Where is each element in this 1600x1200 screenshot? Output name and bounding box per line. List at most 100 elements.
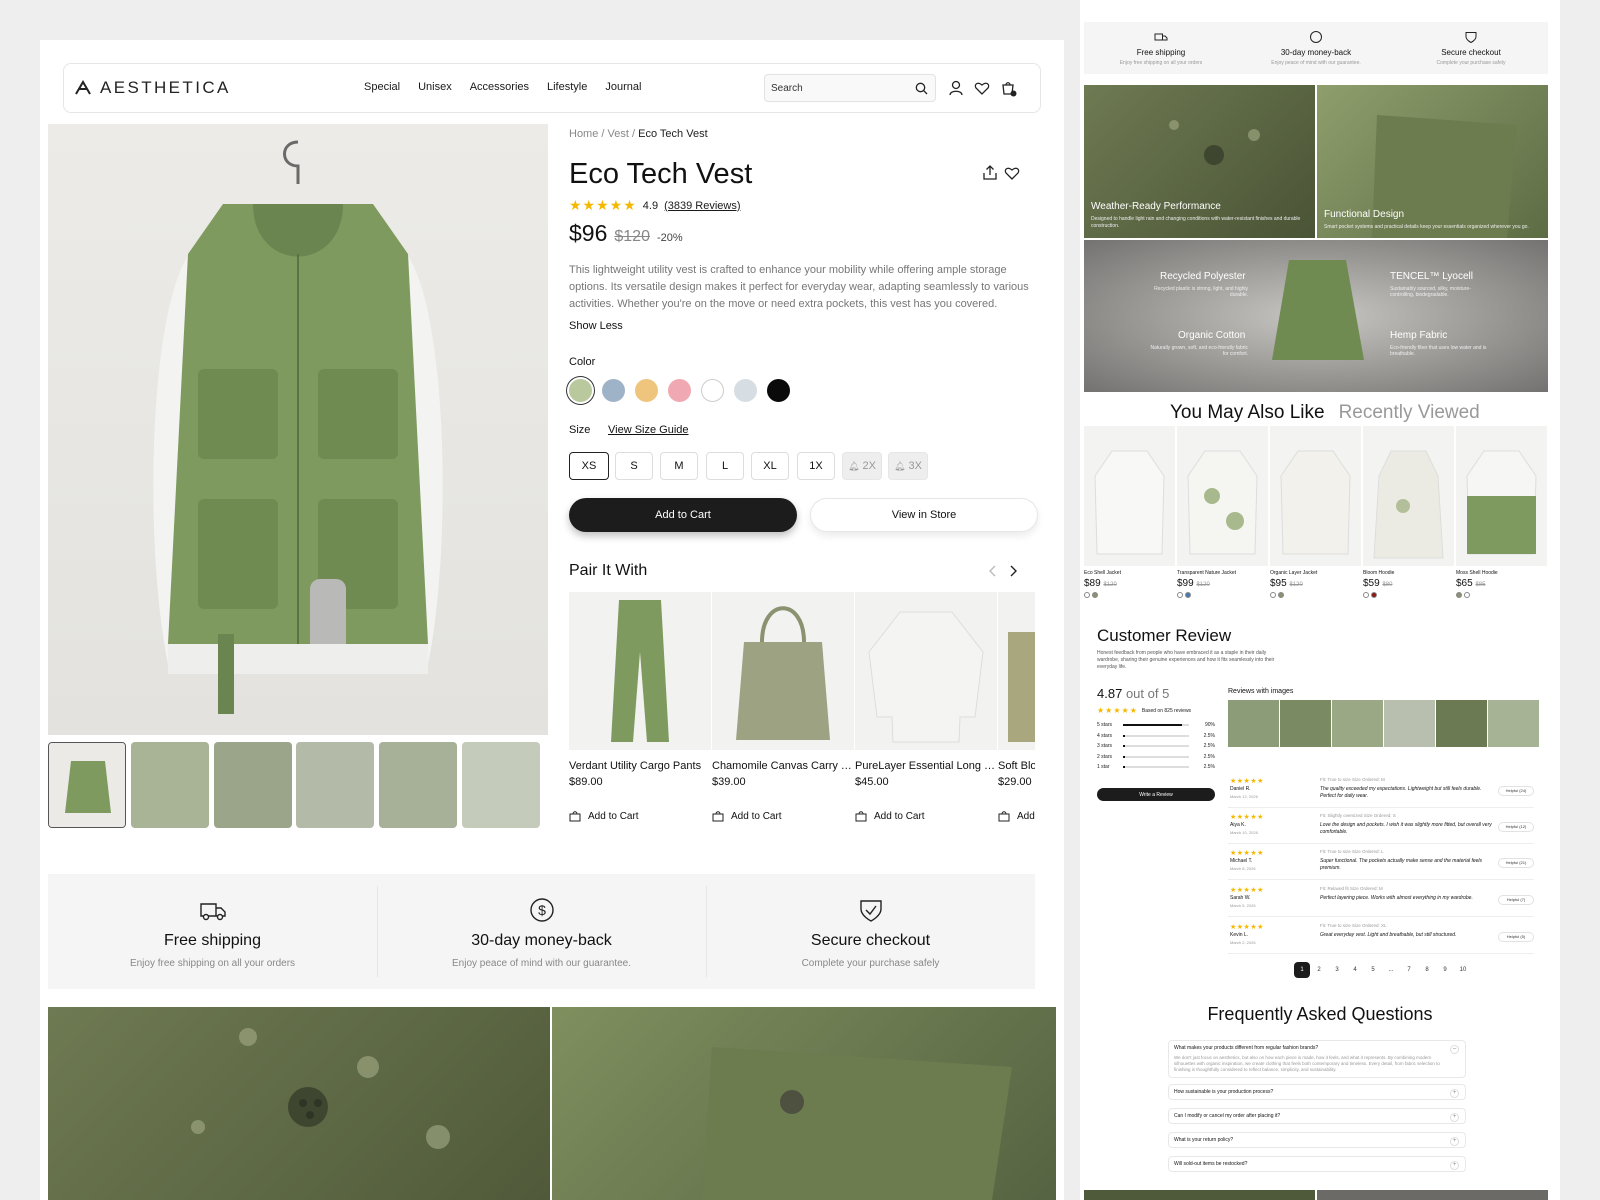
- product-thumbnail[interactable]: [131, 742, 209, 828]
- faq-item[interactable]: Can I modify or cancel my order after pl…: [1168, 1108, 1466, 1124]
- nav-link[interactable]: Lifestyle: [547, 81, 587, 93]
- faq-item[interactable]: How sustainable is your production proce…: [1168, 1084, 1466, 1100]
- rec-card[interactable]: Bloom Hoodie $59 $80: [1363, 426, 1454, 598]
- user-icon[interactable]: [948, 80, 964, 96]
- cart-icon[interactable]: [1000, 80, 1017, 97]
- search-input[interactable]: [765, 75, 905, 101]
- page-button[interactable]: 10: [1454, 962, 1472, 978]
- size-option-unavailable[interactable]: 🔔︎ 3X: [888, 452, 928, 480]
- color-swatch[interactable]: [767, 379, 790, 402]
- pair-add-to-cart[interactable]: Add: [998, 810, 1035, 822]
- page-button[interactable]: 5: [1364, 962, 1382, 978]
- rec-card[interactable]: Eco Shell Jacket $89 $120: [1084, 426, 1175, 598]
- chevron-left-icon[interactable]: [986, 564, 1000, 578]
- rec-color-dot[interactable]: [1185, 592, 1191, 598]
- color-swatch[interactable]: [734, 379, 757, 402]
- size-option[interactable]: XL: [751, 452, 789, 480]
- add-to-cart-button[interactable]: Add to Cart: [569, 498, 797, 532]
- page-button[interactable]: 9: [1436, 962, 1454, 978]
- pair-add-to-cart[interactable]: Add to Cart: [569, 810, 711, 822]
- review-image[interactable]: [1280, 700, 1331, 747]
- page-button[interactable]: 2: [1310, 962, 1328, 978]
- nav-link[interactable]: Special: [364, 81, 400, 93]
- main-product-image[interactable]: [48, 124, 548, 735]
- pair-add-to-cart[interactable]: Add to Cart: [712, 810, 854, 822]
- nav-link[interactable]: Unisex: [418, 81, 452, 93]
- favorite-icon[interactable]: [1004, 165, 1020, 181]
- size-option[interactable]: XS: [569, 452, 609, 480]
- pair-add-to-cart[interactable]: Add to Cart: [855, 810, 997, 822]
- helpful-button[interactable]: Helpful (12): [1498, 822, 1534, 832]
- rec-card[interactable]: Organic Layer Jacket $95 $120: [1270, 426, 1361, 598]
- rec-color-dot[interactable]: [1456, 592, 1462, 598]
- product-thumbnail[interactable]: [462, 742, 540, 828]
- rec-color-dot[interactable]: [1278, 592, 1284, 598]
- search-icon[interactable]: [915, 82, 928, 95]
- color-swatch[interactable]: [701, 379, 724, 402]
- rec-color-dot[interactable]: [1270, 592, 1276, 598]
- expand-icon[interactable]: +: [1450, 1161, 1459, 1170]
- rec-card[interactable]: Moss Shell Hoodie $65 $85: [1456, 426, 1547, 598]
- page-button[interactable]: 4: [1346, 962, 1364, 978]
- size-option[interactable]: M: [660, 452, 698, 480]
- brand-logo[interactable]: AESTHETICA: [74, 78, 231, 98]
- rec-color-dot[interactable]: [1464, 592, 1470, 598]
- pair-card[interactable]: Soft Blo $29.00 Add: [998, 592, 1035, 822]
- nav-link[interactable]: Journal: [605, 81, 641, 93]
- page-button[interactable]: 1: [1294, 962, 1310, 978]
- expand-icon[interactable]: +: [1450, 1089, 1459, 1098]
- rec-color-dot[interactable]: [1177, 592, 1183, 598]
- helpful-button[interactable]: Helpful (7): [1498, 895, 1534, 905]
- review-image[interactable]: [1332, 700, 1383, 747]
- color-swatch[interactable]: [635, 379, 658, 402]
- product-thumbnail[interactable]: [214, 742, 292, 828]
- page-button[interactable]: 3: [1328, 962, 1346, 978]
- pair-card[interactable]: Verdant Utility Cargo Pants $89.00 Add t…: [569, 592, 711, 822]
- collapse-icon[interactable]: –: [1450, 1045, 1459, 1054]
- share-icon[interactable]: [982, 165, 998, 181]
- review-image[interactable]: [1436, 700, 1487, 747]
- rec-color-dot[interactable]: [1084, 592, 1090, 598]
- review-image[interactable]: [1488, 700, 1539, 747]
- faq-item[interactable]: What is your return policy? +: [1168, 1132, 1466, 1148]
- view-in-store-button[interactable]: View in Store: [810, 498, 1038, 532]
- color-swatch[interactable]: [668, 379, 691, 402]
- show-less-link[interactable]: Show Less: [569, 320, 623, 332]
- pair-card[interactable]: Chamomile Canvas Carry T... $39.00 Add t…: [712, 592, 854, 822]
- review-image[interactable]: [1228, 700, 1279, 747]
- product-thumbnail[interactable]: [296, 742, 374, 828]
- size-option-unavailable[interactable]: 🔔︎ 2X: [842, 452, 882, 480]
- size-guide-link[interactable]: View Size Guide: [608, 424, 689, 436]
- wishlist-icon[interactable]: [974, 80, 990, 96]
- tab-recently-viewed[interactable]: Recently Viewed: [1339, 402, 1480, 424]
- rec-card[interactable]: Transparent Nature Jacket $99 $120: [1177, 426, 1268, 598]
- review-image[interactable]: [1384, 700, 1435, 747]
- helpful-button[interactable]: Helpful (21): [1498, 858, 1534, 868]
- rec-color-dot[interactable]: [1363, 592, 1369, 598]
- product-thumbnail[interactable]: [48, 742, 126, 828]
- size-option[interactable]: S: [615, 452, 653, 480]
- write-review-button[interactable]: Write a Review: [1097, 788, 1215, 801]
- product-thumbnail[interactable]: [379, 742, 457, 828]
- chevron-right-icon[interactable]: [1006, 564, 1020, 578]
- expand-icon[interactable]: +: [1450, 1113, 1459, 1122]
- reviews-link[interactable]: (3839 Reviews): [664, 200, 740, 212]
- page-button[interactable]: 7: [1400, 962, 1418, 978]
- rec-color-dot[interactable]: [1092, 592, 1098, 598]
- faq-item[interactable]: Will sold-out items be restocked? +: [1168, 1156, 1466, 1172]
- helpful-button[interactable]: Helpful (5): [1498, 932, 1534, 942]
- tab-you-may-also-like[interactable]: You May Also Like: [1170, 402, 1325, 424]
- breadcrumb-vest[interactable]: Vest: [608, 128, 629, 140]
- color-swatch[interactable]: [569, 379, 592, 402]
- size-option[interactable]: L: [706, 452, 744, 480]
- rec-color-dot[interactable]: [1371, 592, 1377, 598]
- nav-link[interactable]: Accessories: [470, 81, 529, 93]
- page-button[interactable]: 8: [1418, 962, 1436, 978]
- faq-item-expanded[interactable]: What makes your products different from …: [1168, 1040, 1466, 1078]
- size-option[interactable]: 1X: [797, 452, 835, 480]
- pair-card[interactable]: PureLayer Essential Long Sl... $45.00 Ad…: [855, 592, 997, 822]
- color-swatch[interactable]: [602, 379, 625, 402]
- expand-icon[interactable]: +: [1450, 1137, 1459, 1146]
- breadcrumb-home[interactable]: Home: [569, 128, 598, 140]
- helpful-button[interactable]: Helpful (24): [1498, 786, 1534, 796]
